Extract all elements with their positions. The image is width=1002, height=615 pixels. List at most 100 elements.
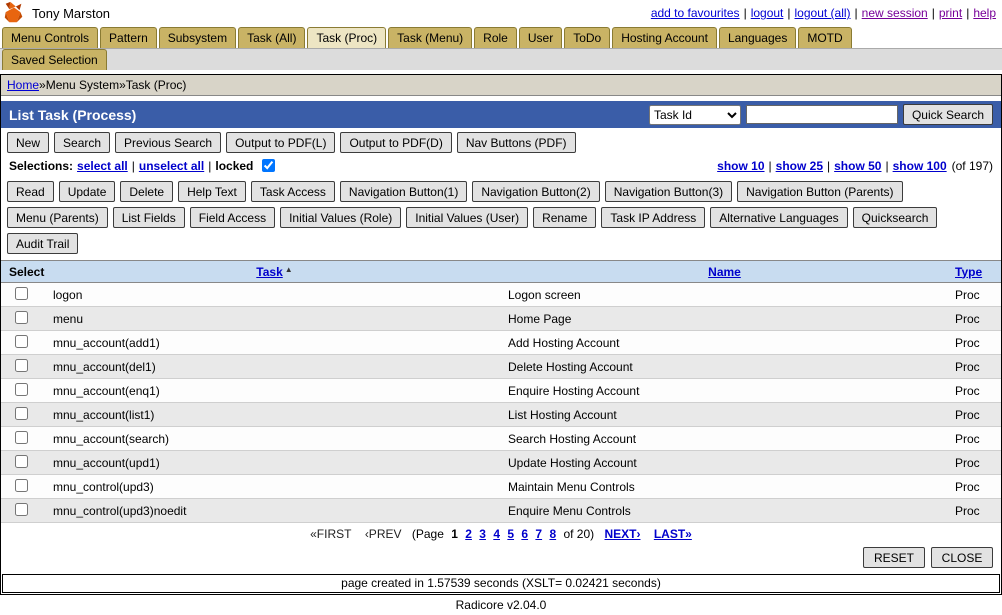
name-cell: Search Hosting Account — [502, 427, 947, 451]
breadcrumb-item-task-proc: Task (Proc) — [126, 78, 187, 92]
row-select-checkbox[interactable] — [15, 503, 28, 516]
pagination-page-6-link[interactable]: 6 — [521, 527, 528, 541]
type-cell: Proc — [947, 499, 1001, 523]
tab-pattern[interactable]: Pattern — [100, 27, 157, 48]
pagination-page-8-link[interactable]: 8 — [549, 527, 556, 541]
locked-label: locked — [215, 159, 253, 173]
row-select-checkbox[interactable] — [15, 479, 28, 492]
show-25-link[interactable]: show 25 — [776, 159, 823, 173]
quick-search-field-select[interactable]: Task Id — [649, 105, 741, 125]
column-sort-type-link[interactable]: Type — [955, 265, 982, 279]
search-button[interactable]: Search — [54, 132, 110, 153]
quicksearch-button[interactable]: Quicksearch — [853, 207, 938, 228]
task-cell: mnu_control(upd3) — [47, 475, 502, 499]
field-access-button[interactable]: Field Access — [190, 207, 275, 228]
tab-subsystem[interactable]: Subsystem — [159, 27, 236, 48]
new-session-link[interactable]: new session — [862, 6, 928, 20]
tab-task-menu[interactable]: Task (Menu) — [388, 27, 472, 48]
locked-checkbox[interactable] — [262, 159, 275, 172]
title-bar: List Task (Process) Task Id Quick Search — [1, 101, 1001, 128]
unselect-all-link[interactable]: unselect all — [139, 159, 204, 173]
nav-buttons-pdf-button[interactable]: Nav Buttons (PDF) — [457, 132, 576, 153]
add-to-favourites-link[interactable]: add to favourites — [651, 6, 740, 20]
list-fields-button[interactable]: List Fields — [113, 207, 185, 228]
task-ip-address-button[interactable]: Task IP Address — [601, 207, 705, 228]
column-header-select: Select — [1, 261, 47, 283]
tab-hosting-account[interactable]: Hosting Account — [612, 27, 717, 48]
breadcrumb-home-link[interactable]: Home — [7, 78, 39, 92]
tab-menu-controls[interactable]: Menu Controls — [2, 27, 98, 48]
navigation-button-parents-button[interactable]: Navigation Button (Parents) — [737, 181, 902, 202]
separator: | — [932, 6, 935, 20]
row-select-checkbox[interactable] — [15, 407, 28, 420]
record-count: (of 197) — [952, 159, 993, 173]
initial-values-user-button[interactable]: Initial Values (User) — [406, 207, 528, 228]
menu-parents-button[interactable]: Menu (Parents) — [7, 207, 108, 228]
tab-user[interactable]: User — [519, 27, 562, 48]
logout-link[interactable]: logout — [751, 6, 784, 20]
audit-trail-button[interactable]: Audit Trail — [7, 233, 78, 254]
read-button[interactable]: Read — [7, 181, 54, 202]
tab-task-proc[interactable]: Task (Proc) — [307, 27, 386, 48]
select-all-link[interactable]: select all — [77, 159, 128, 173]
print-link[interactable]: print — [939, 6, 962, 20]
page-title: List Task (Process) — [9, 107, 136, 123]
row-select-checkbox[interactable] — [15, 287, 28, 300]
tab-todo[interactable]: ToDo — [564, 27, 610, 48]
tab-role[interactable]: Role — [474, 27, 517, 48]
name-cell: Maintain Menu Controls — [502, 475, 947, 499]
row-select-checkbox[interactable] — [15, 311, 28, 324]
pagination-page-3-link[interactable]: 3 — [479, 527, 486, 541]
initial-values-role-button[interactable]: Initial Values (Role) — [280, 207, 401, 228]
previous-search-button[interactable]: Previous Search — [115, 132, 221, 153]
update-button[interactable]: Update — [59, 181, 116, 202]
row-select-checkbox[interactable] — [15, 431, 28, 444]
navigation-button-1-button[interactable]: Navigation Button(1) — [340, 181, 467, 202]
task-cell: logon — [47, 283, 502, 307]
task-access-button[interactable]: Task Access — [251, 181, 335, 202]
column-sort-name-link[interactable]: Name — [708, 265, 741, 279]
output-pdf-d-button[interactable]: Output to PDF(D) — [340, 132, 451, 153]
separator: | — [769, 159, 772, 173]
pagination-page-5-link[interactable]: 5 — [507, 527, 514, 541]
name-cell: Home Page — [502, 307, 947, 331]
row-select-checkbox[interactable] — [15, 383, 28, 396]
pagination-next-link[interactable]: NEXT› — [605, 527, 641, 541]
rename-button[interactable]: Rename — [533, 207, 596, 228]
separator: | — [885, 159, 888, 173]
close-button[interactable]: CLOSE — [931, 547, 993, 568]
help-text-button[interactable]: Help Text — [178, 181, 246, 202]
help-link[interactable]: help — [973, 6, 996, 20]
tab-task-all[interactable]: Task (All) — [238, 27, 305, 48]
show-100-link[interactable]: show 100 — [893, 159, 947, 173]
tab-motd[interactable]: MOTD — [798, 27, 851, 48]
tab-saved-selection[interactable]: Saved Selection — [2, 49, 107, 70]
reset-button[interactable]: RESET — [863, 547, 925, 568]
pagination-page-4-link[interactable]: 4 — [493, 527, 500, 541]
new-button[interactable]: New — [7, 132, 49, 153]
logout-all-link[interactable]: logout (all) — [795, 6, 851, 20]
tab-languages[interactable]: Languages — [719, 27, 796, 48]
navigation-button-3-button[interactable]: Navigation Button(3) — [605, 181, 732, 202]
show-10-link[interactable]: show 10 — [717, 159, 764, 173]
separator: | — [132, 159, 135, 173]
pagination-page-7-link[interactable]: 7 — [535, 527, 542, 541]
table-row: mnu_account(list1) List Hosting Account … — [1, 403, 1001, 427]
navigation-button-2-button[interactable]: Navigation Button(2) — [472, 181, 599, 202]
column-sort-task-link[interactable]: Task — [256, 265, 282, 279]
show-50-link[interactable]: show 50 — [834, 159, 881, 173]
pagination-last-link[interactable]: LAST» — [654, 527, 692, 541]
pagination-of-label: of 20) — [563, 527, 594, 541]
quick-search-button[interactable]: Quick Search — [903, 104, 993, 125]
row-select-checkbox[interactable] — [15, 455, 28, 468]
output-pdf-l-button[interactable]: Output to PDF(L) — [226, 132, 335, 153]
alternative-languages-button[interactable]: Alternative Languages — [710, 207, 847, 228]
task-action-bar-row2: Menu (Parents) List Fields Field Access … — [1, 203, 1001, 229]
delete-button[interactable]: Delete — [120, 181, 173, 202]
type-cell: Proc — [947, 475, 1001, 499]
row-select-checkbox[interactable] — [15, 359, 28, 372]
quick-search-input[interactable] — [746, 105, 898, 124]
pagination-page-2-link[interactable]: 2 — [465, 527, 472, 541]
table-row: menu Home Page Proc — [1, 307, 1001, 331]
row-select-checkbox[interactable] — [15, 335, 28, 348]
